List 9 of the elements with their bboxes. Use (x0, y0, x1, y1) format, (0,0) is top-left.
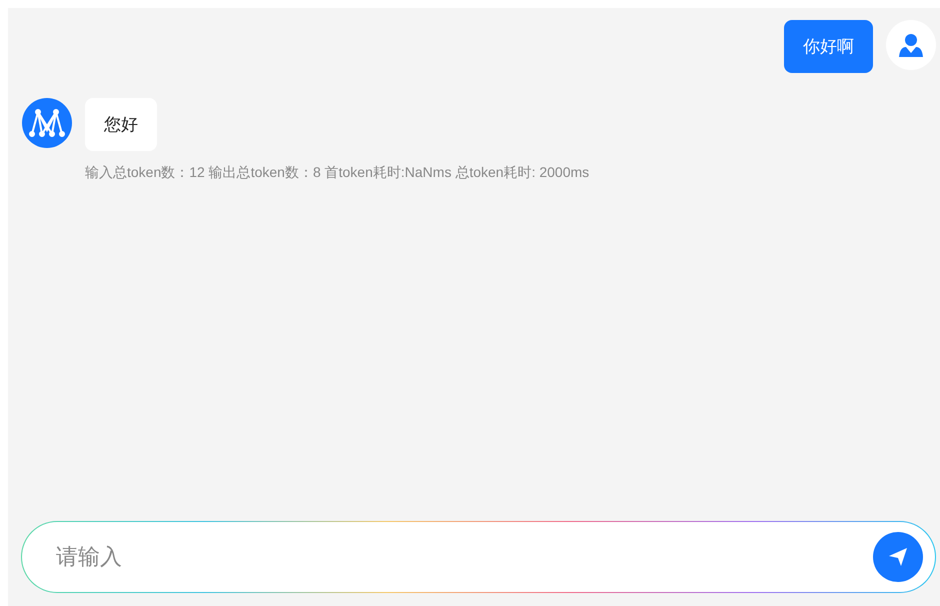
logo-icon (29, 108, 65, 138)
input-field[interactable]: 请输入 (54, 543, 873, 571)
message-bubble: 你好啊 (784, 20, 873, 73)
person-icon (898, 32, 924, 58)
send-button[interactable] (873, 532, 923, 582)
message-input[interactable]: 请输入 (21, 521, 936, 593)
send-icon (887, 546, 909, 568)
message-bubble: 您好 (85, 98, 157, 151)
token-stats: 输入总token数：12 输出总token数：8 首token耗时:NaNms 总token耗时: 2000ms (85, 164, 590, 182)
